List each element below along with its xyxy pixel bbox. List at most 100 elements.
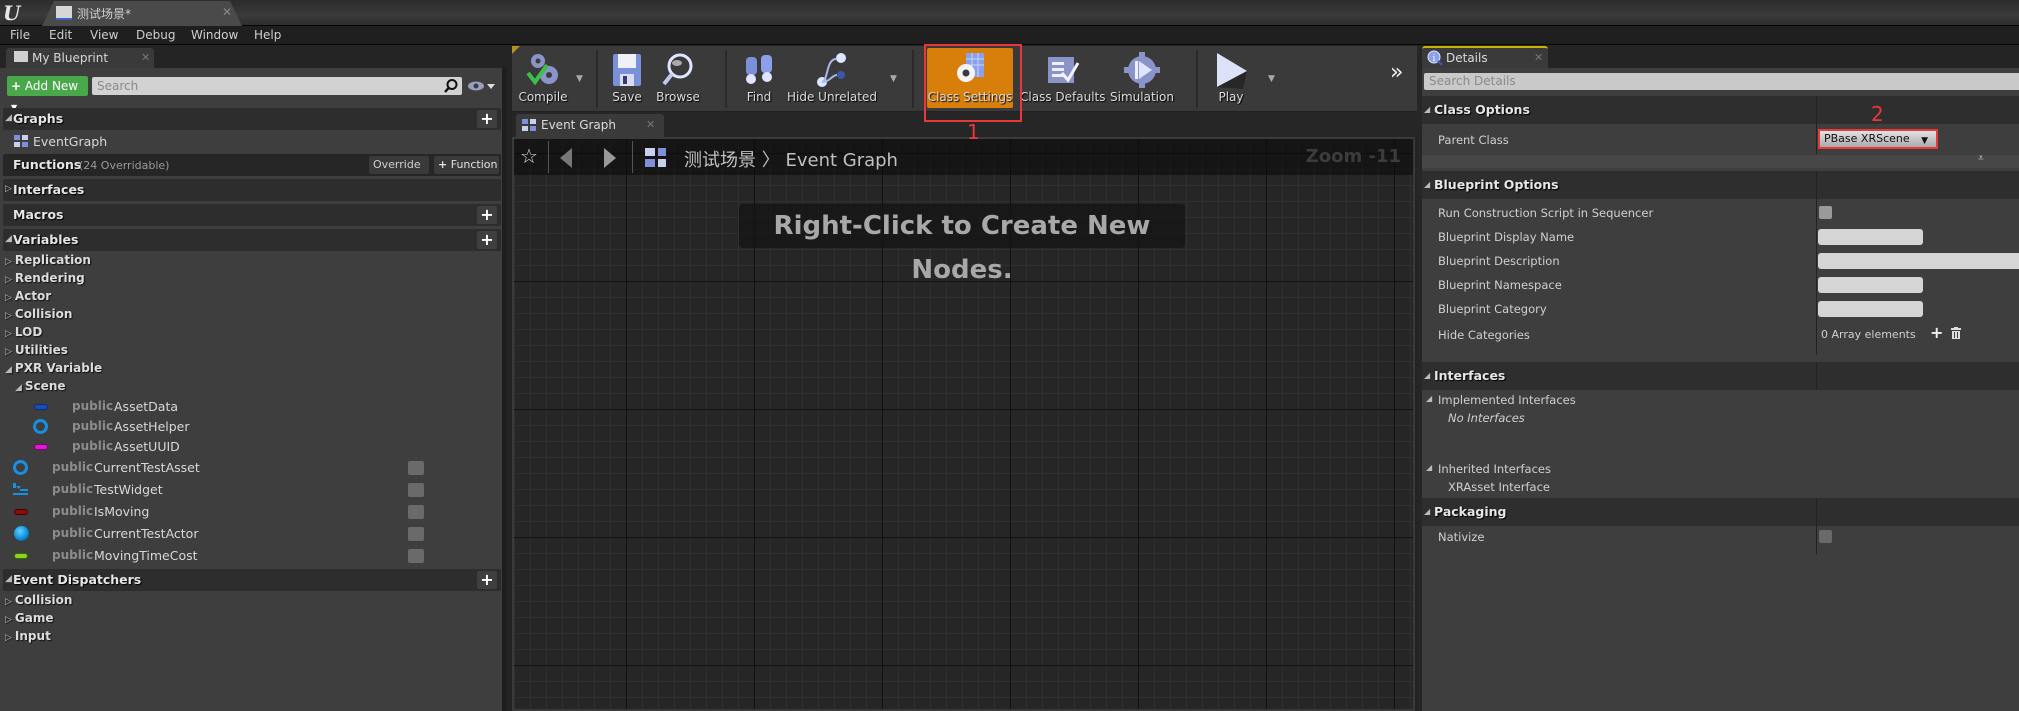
category-utilities[interactable]: ▷ Utilities — [5, 343, 68, 357]
column-divider — [1816, 124, 1817, 154]
toolbar-overflow-icon[interactable]: » — [1390, 60, 1403, 85]
dispatcher-category-game[interactable]: ▷ Game — [5, 611, 54, 625]
variable-access: public — [52, 482, 94, 496]
save-button[interactable]: Save — [602, 46, 652, 110]
menu-edit[interactable]: Edit — [49, 28, 72, 42]
graphs-section-header[interactable]: ◢ Graphs + — [3, 108, 501, 130]
dispatcher-category-collision[interactable]: ▷ Collision — [5, 593, 72, 607]
visibility-eye-icon[interactable] — [408, 549, 424, 563]
variable-row[interactable]: public TestWidget — [0, 480, 500, 500]
search-icon[interactable] — [443, 78, 459, 94]
event-graph-tab[interactable]: Event Graph ✕ — [516, 114, 664, 137]
simulation-button[interactable]: Simulation — [1106, 46, 1178, 110]
category-pxr-variable[interactable]: ◢ PXR Variable — [5, 361, 102, 375]
variable-row[interactable]: public CurrentTestActor — [0, 524, 500, 544]
class-options-section-header[interactable]: ◢ Class Options — [1422, 96, 2019, 124]
blueprint-category-input[interactable] — [1818, 301, 1923, 317]
variable-row[interactable]: public CurrentTestAsset — [0, 458, 500, 478]
nativize-checkbox[interactable] — [1819, 530, 1832, 543]
close-tab-icon[interactable]: ✕ — [1534, 51, 1543, 64]
run-construction-script-checkbox[interactable] — [1819, 206, 1832, 219]
forward-arrow-icon[interactable] — [598, 147, 618, 169]
visibility-eye-icon[interactable] — [408, 461, 424, 475]
play-button[interactable]: Play — [1206, 46, 1256, 110]
event-dispatchers-section-header[interactable]: ◢ Event Dispatchers + — [3, 569, 501, 591]
event-graph-item[interactable]: EventGraph — [14, 133, 314, 151]
close-tab-icon[interactable]: ✕ — [222, 5, 232, 19]
advanced-expander[interactable]: ⩡ — [1422, 153, 2019, 168]
add-function-button[interactable]: + Function — [434, 156, 499, 174]
menu-debug[interactable]: Debug — [136, 28, 175, 42]
packaging-section-header[interactable]: ◢ Packaging — [1422, 498, 2019, 526]
browse-button[interactable]: Browse — [652, 46, 704, 110]
variable-row[interactable]: public MovingTimeCost — [0, 546, 500, 566]
override-label: Override — [373, 158, 421, 171]
interfaces-label: Interfaces — [13, 182, 85, 197]
functions-section-header[interactable]: Functions (24 Overridable) Override ▼ + … — [3, 154, 501, 188]
blueprint-display-name-input[interactable] — [1818, 229, 1923, 245]
compile-button[interactable]: Compile — [514, 46, 572, 110]
parent-class-dropdown[interactable]: PBase XRScene ▼ — [1818, 129, 1938, 149]
category-collision[interactable]: ▷ Collision — [5, 307, 72, 321]
blueprint-description-input[interactable] — [1818, 253, 2019, 269]
category-scene[interactable]: ◢ Scene — [15, 379, 66, 393]
add-variable-button[interactable]: + — [477, 231, 497, 249]
save-label: Save — [612, 90, 642, 104]
hide-unrelated-options-chevron-icon[interactable]: ▼ — [890, 74, 897, 84]
blueprint-search-input[interactable]: Search — [92, 77, 462, 95]
breadcrumb-leaf[interactable]: Event Graph — [785, 150, 898, 171]
close-tab-icon[interactable]: ✕ — [646, 118, 655, 131]
add-macro-button[interactable]: + — [477, 206, 497, 224]
compile-options-chevron-icon[interactable]: ▼ — [576, 74, 583, 84]
add-new-button[interactable]: + Add New ▼ — [7, 76, 88, 112]
hide-unrelated-button[interactable]: Hide Unrelated — [786, 46, 878, 110]
expanded-triangle-icon[interactable]: ◢ — [1426, 394, 1432, 403]
category-label: PXR Variable — [14, 361, 103, 375]
add-graph-button[interactable]: + — [477, 110, 497, 128]
visibility-eye-icon[interactable] — [408, 527, 424, 541]
interfaces-section-header[interactable]: ◢ Interfaces — [1422, 362, 2019, 390]
breadcrumb-root[interactable]: 测试场景 — [684, 150, 756, 171]
macros-section-header[interactable]: Macros + — [3, 204, 501, 226]
back-arrow-icon[interactable] — [558, 147, 578, 169]
event-graph-canvas[interactable]: ☆ 测试场景 〉 Event Graph Zoom -11 Right-Clic… — [512, 137, 1415, 711]
play-options-chevron-icon[interactable]: ▼ — [1268, 74, 1275, 84]
simulation-label: Simulation — [1110, 90, 1174, 104]
menu-window[interactable]: Window — [191, 28, 238, 42]
menu-view[interactable]: View — [90, 28, 118, 42]
menu-help[interactable]: Help — [254, 28, 281, 42]
visibility-eye-icon[interactable] — [408, 505, 424, 519]
add-event-dispatcher-button[interactable]: + — [477, 571, 497, 589]
visibility-eye-icon[interactable] — [408, 483, 424, 497]
interfaces-section-header[interactable]: ▷ Interfaces — [3, 179, 501, 201]
variable-name: AssetData — [114, 399, 179, 414]
blueprint-namespace-input[interactable] — [1818, 277, 1923, 293]
category-lod[interactable]: ▷ LOD — [5, 325, 42, 339]
category-replication[interactable]: ▷ Replication — [5, 253, 91, 267]
override-dropdown[interactable]: Override ▼ — [369, 156, 429, 188]
variable-row[interactable]: public AssetData — [0, 397, 500, 417]
variables-section-header[interactable]: ◢ Variables + — [3, 229, 501, 251]
details-tab[interactable]: i Details ✕ — [1422, 46, 1548, 68]
search-details-input[interactable]: Search Details — [1424, 73, 2019, 90]
my-blueprint-tab[interactable]: My Blueprint ✕ — [6, 48, 154, 68]
category-actor[interactable]: ▷ Actor — [5, 289, 51, 303]
add-array-element-icon[interactable]: + — [1930, 323, 1943, 342]
find-button[interactable]: Find — [734, 46, 784, 110]
graph-breadcrumb-bar: ☆ 测试场景 〉 Event Graph Zoom -11 — [514, 139, 1413, 175]
variable-row[interactable]: public AssetHelper — [0, 417, 500, 437]
variable-row[interactable]: public IsMoving — [0, 502, 500, 522]
document-tab[interactable]: 测试场景* ✕ — [42, 1, 242, 26]
blueprint-options-section-header[interactable]: ◢ Blueprint Options — [1422, 171, 2019, 199]
trash-icon[interactable] — [1951, 327, 1961, 339]
class-defaults-button[interactable]: Class Defaults — [1020, 46, 1105, 110]
expand-advanced-icon[interactable]: ⩡ — [1978, 153, 1984, 164]
favorite-star-icon[interactable]: ☆ — [520, 144, 538, 168]
menu-file[interactable]: File — [10, 28, 30, 42]
dispatcher-category-input[interactable]: ▷ Input — [5, 629, 51, 643]
expanded-triangle-icon[interactable]: ◢ — [1426, 463, 1432, 472]
variable-row[interactable]: public AssetUUID — [0, 437, 500, 457]
close-tab-icon[interactable]: ✕ — [141, 51, 150, 64]
view-options-eye-icon[interactable] — [467, 80, 497, 92]
category-rendering[interactable]: ▷ Rendering — [5, 271, 85, 285]
